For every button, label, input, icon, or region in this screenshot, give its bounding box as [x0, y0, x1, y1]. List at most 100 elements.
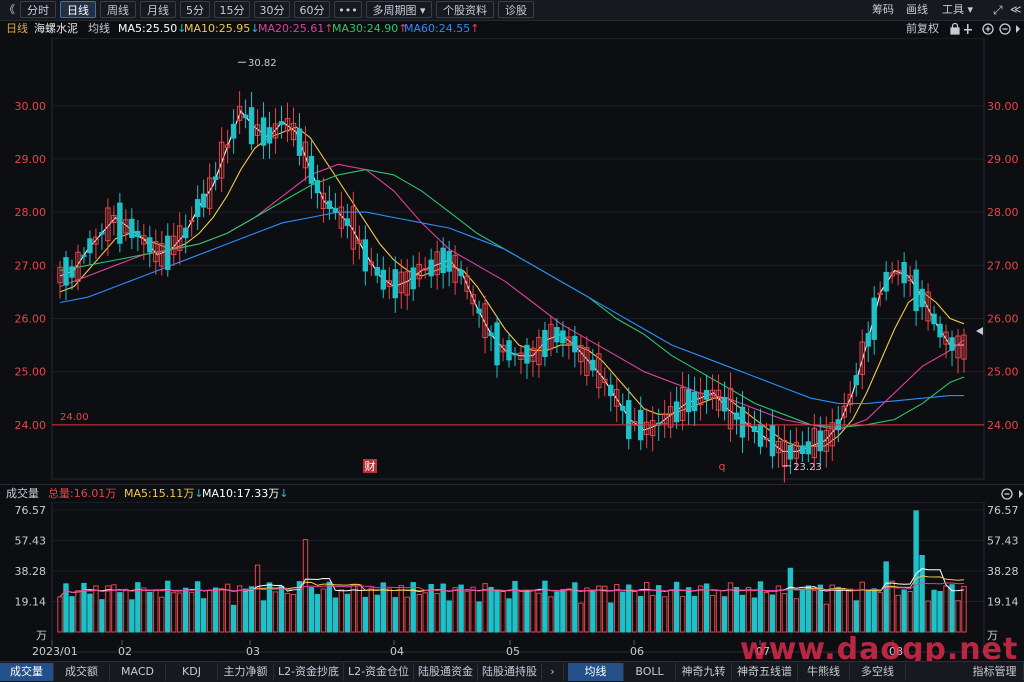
- volume-bar: [733, 586, 740, 633]
- candle-body: [248, 107, 255, 145]
- volume-bar: [284, 592, 291, 633]
- volume-tick-right: 76.57: [987, 504, 1019, 517]
- volume-bar: [111, 584, 117, 633]
- candle-body: [871, 297, 877, 340]
- volume-bar: [218, 588, 225, 633]
- volume-bar: [470, 586, 476, 633]
- candle-body: [673, 401, 680, 423]
- y-tick-label-right: 29.00: [987, 153, 1019, 166]
- expand-icon[interactable]: ⤢: [993, 2, 1003, 18]
- draw-line-button[interactable]: 画线: [906, 2, 928, 18]
- ma-label[interactable]: 均线: [88, 20, 110, 38]
- volume-bar: [446, 600, 452, 633]
- volume-panel-controls[interactable]: [1000, 485, 1024, 503]
- collapse-icon[interactable]: ≪: [1010, 2, 1022, 18]
- volume-bar: [536, 592, 542, 633]
- period-label: 日线: [6, 22, 28, 35]
- tools-dropdown[interactable]: 工具 ▾: [942, 2, 973, 18]
- tab-l2-bottom[interactable]: L2-资金抄底: [274, 663, 344, 681]
- tab-main-net[interactable]: 主力净额: [218, 663, 274, 681]
- tab-turnover[interactable]: 成交额: [54, 663, 110, 681]
- candle-body: [799, 445, 806, 454]
- candle-body: [919, 288, 925, 308]
- volume-bar: [99, 599, 105, 633]
- tab-bull-bear[interactable]: 牛熊线: [798, 663, 850, 681]
- candle-body: [733, 412, 740, 420]
- tab-boll[interactable]: BOLL: [624, 663, 676, 681]
- candle-body: [590, 359, 596, 371]
- more-periods-button[interactable]: •••: [334, 1, 362, 18]
- tab-ma[interactable]: 均线: [568, 663, 624, 681]
- candle-body: [242, 114, 249, 119]
- tab-indicator-manage[interactable]: 指标管理: [966, 663, 1024, 681]
- multi-period-dropdown[interactable]: 多周期图 ▾: [366, 1, 432, 18]
- candle-body: [135, 230, 141, 238]
- down-arrow-icon: ↓: [279, 487, 289, 500]
- tab-hk-holding[interactable]: 陆股通持股: [478, 663, 542, 681]
- candle-body: [428, 259, 434, 277]
- candle-body: [691, 391, 698, 412]
- candle-body: [913, 269, 919, 312]
- x-axis-label: 04: [390, 645, 404, 658]
- volume-bar: [566, 588, 572, 633]
- ma10-value: MA10:25.95↓: [184, 22, 260, 35]
- tab-weekly[interactable]: 周线: [100, 1, 136, 18]
- volume-bar: [278, 585, 285, 633]
- y-tick-label-left: 30.00: [15, 100, 47, 113]
- volume-bar: [841, 588, 847, 633]
- volume-bar: [721, 596, 728, 633]
- candle-body: [117, 202, 123, 244]
- volume-bar: [584, 587, 590, 633]
- volume-tick-left: 76.57: [15, 504, 47, 517]
- tab-five-lines[interactable]: 神奇五线谱: [732, 663, 798, 681]
- volume-bar: [877, 592, 883, 633]
- tab-60min[interactable]: 60分: [294, 1, 330, 18]
- tab-long-short[interactable]: 多空线: [850, 663, 906, 681]
- volume-bar: [440, 583, 446, 633]
- y-tick-label-right: 26.00: [987, 312, 1019, 325]
- stock-info-button[interactable]: 个股资料: [436, 1, 494, 18]
- tab-hk-fund[interactable]: 陆股通资金: [414, 663, 478, 681]
- y-tick-label-right: 27.00: [987, 259, 1019, 272]
- volume-bar: [500, 590, 506, 633]
- volume-bar: [781, 593, 788, 633]
- tab-monthly[interactable]: 月线: [140, 1, 176, 18]
- tab-intraday[interactable]: 分时: [20, 1, 56, 18]
- candlestick-chart[interactable]: 30.00 30.00 29.00 29.00 28.00 28.00 27.00 27.00…: [0, 38, 1024, 484]
- candle-body: [757, 424, 764, 447]
- volume-bar: [386, 588, 392, 633]
- current-price-pointer: [976, 327, 983, 335]
- volume-bar: [691, 595, 698, 633]
- volume-bar: [123, 588, 129, 633]
- tab-30min[interactable]: 30分: [254, 1, 290, 18]
- volume-bar: [200, 598, 207, 633]
- diagnosis-button[interactable]: 诊股: [498, 1, 534, 18]
- tab-5min[interactable]: 5分: [180, 1, 210, 18]
- y-tick-label-left: 25.00: [15, 366, 47, 379]
- chips-button[interactable]: 筹码: [872, 2, 894, 18]
- tab-kdj[interactable]: KDJ: [166, 663, 218, 681]
- back-icon[interactable]: 《: [4, 2, 16, 18]
- y-tick-label-left: 26.00: [15, 312, 47, 325]
- volume-bar: [632, 590, 638, 633]
- tab-volume[interactable]: 成交量: [0, 663, 54, 681]
- volume-title: 成交量: [6, 487, 39, 500]
- volume-bar: [518, 590, 524, 633]
- y-tick-label-left: 27.00: [15, 259, 47, 272]
- tab-daily[interactable]: 日线: [60, 1, 96, 18]
- candle-body: [620, 405, 626, 411]
- tab-nine-turn[interactable]: 神奇九转: [676, 663, 732, 681]
- adjust-mode[interactable]: 前复权: [906, 20, 939, 38]
- volume-bar: [554, 591, 560, 633]
- tab-macd[interactable]: MACD: [110, 663, 166, 681]
- volume-bar: [189, 591, 195, 633]
- volume-bar: [272, 591, 279, 633]
- tab-15min[interactable]: 15分: [214, 1, 250, 18]
- volume-bar: [290, 593, 297, 633]
- more-tabs-arrow[interactable]: ›: [542, 663, 564, 681]
- candle-body: [494, 322, 500, 366]
- candle-body: [278, 121, 285, 126]
- tab-l2-position[interactable]: L2-资金仓位: [344, 663, 414, 681]
- candle-body: [410, 267, 416, 290]
- volume-bar: [793, 598, 800, 633]
